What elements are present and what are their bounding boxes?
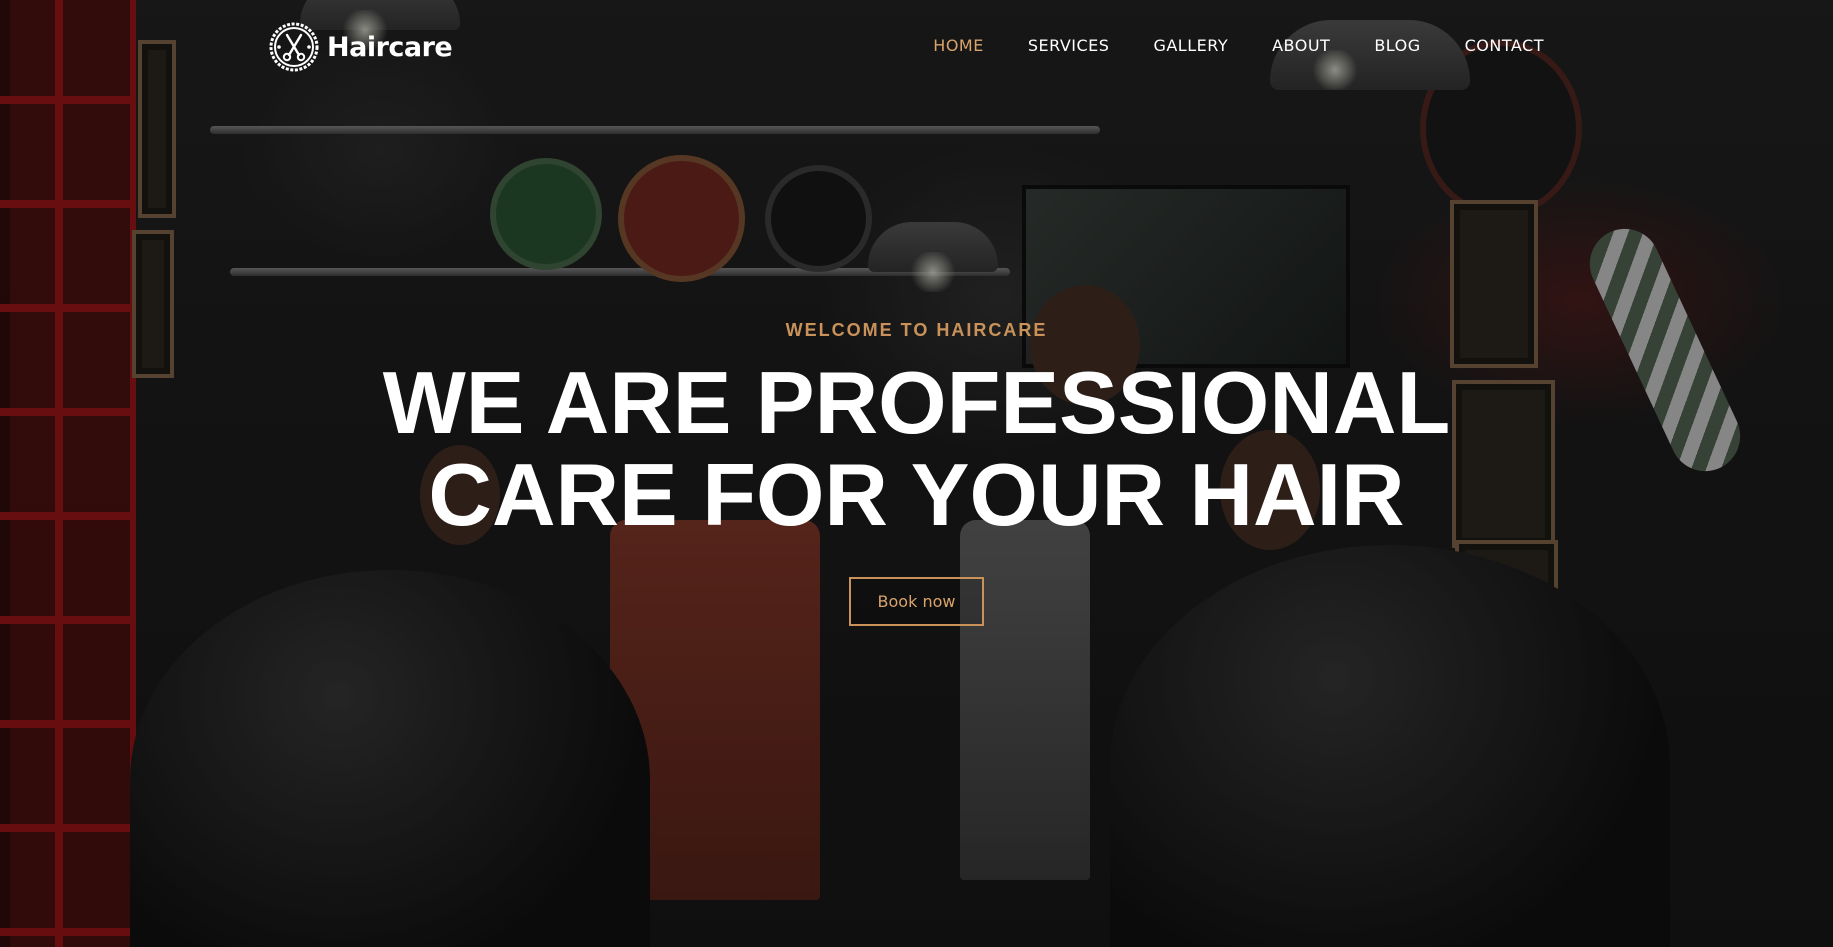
scissors-badge-icon [269, 22, 319, 72]
nav-link-services[interactable]: SERVICES [1028, 36, 1110, 55]
nav-link-home[interactable]: HOME [933, 36, 984, 55]
nav-link-gallery[interactable]: GALLERY [1153, 36, 1228, 55]
hero-section: Haircare HOME SERVICES GALLERY ABOUT BLO… [0, 0, 1833, 947]
nav-item-gallery: GALLERY [1153, 36, 1228, 56]
hero-content: WELCOME TO HAIRCARE WE ARE PROFESSIONAL … [0, 320, 1833, 626]
hero-headline-line2: CARE FOR YOUR HAIR [428, 445, 1405, 544]
hero-headline: WE ARE PROFESSIONAL CARE FOR YOUR HAIR [317, 357, 1517, 541]
brand-logo-link[interactable]: Haircare [268, 20, 453, 74]
nav-link-contact[interactable]: CONTACT [1465, 36, 1544, 55]
site-header: Haircare HOME SERVICES GALLERY ABOUT BLO… [0, 0, 1833, 94]
nav-item-services: SERVICES [1028, 36, 1110, 56]
book-now-button[interactable]: Book now [848, 577, 985, 626]
nav-link-about[interactable]: ABOUT [1272, 36, 1330, 55]
nav-link-blog[interactable]: BLOG [1374, 36, 1420, 55]
hero-kicker: WELCOME TO HAIRCARE [785, 320, 1048, 340]
nav-item-home: HOME [933, 36, 984, 56]
hero-headline-line1: WE ARE PROFESSIONAL [382, 353, 1451, 452]
brand-name: Haircare [327, 31, 453, 63]
nav-item-contact: CONTACT [1465, 36, 1544, 56]
main-nav: HOME SERVICES GALLERY ABOUT BLOG CONTACT [933, 36, 1544, 56]
nav-item-about: ABOUT [1272, 36, 1330, 56]
nav-item-blog: BLOG [1374, 36, 1420, 56]
